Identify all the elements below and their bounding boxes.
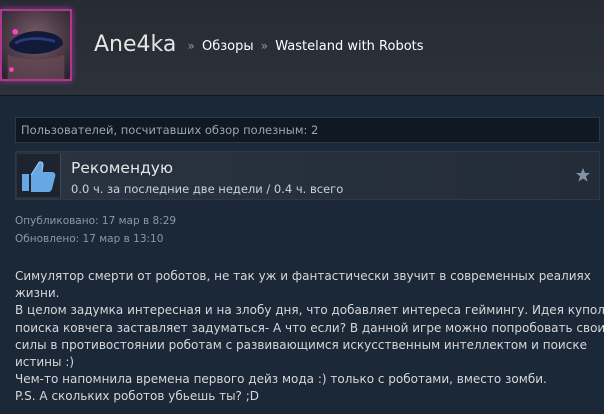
review-rating-box: Рекомендую 0.0 ч. за последние две недел… xyxy=(15,151,600,200)
review-line: силы в противостоянии роботам с развиваю… xyxy=(15,337,587,352)
review-line: Симулятор смерти от роботов, не так уж и… xyxy=(15,269,591,283)
review-line: истины :) xyxy=(15,355,75,370)
breadcrumb-game-link[interactable]: Wasteland with Robots xyxy=(275,39,423,54)
header-breadcrumb: Ane4ka » Обзоры » Wasteland with Robots xyxy=(94,32,424,57)
star-icon[interactable] xyxy=(575,167,591,183)
breadcrumb-separator: » xyxy=(260,39,269,53)
posted-date: Опубликовано: 17 мар в 8:29 xyxy=(15,215,177,227)
review-line: P.S. А скольких роботов убьешь ты? ;D xyxy=(15,389,260,404)
avatar[interactable] xyxy=(0,9,72,81)
review-line: жизни. xyxy=(15,286,60,301)
breadcrumb-separator: » xyxy=(187,39,195,53)
review-text: Симулятор смерти от роботов, не так уж и… xyxy=(15,268,604,406)
updated-date: Обновлено: 17 мар в 13:10 xyxy=(15,233,164,245)
persona-name-link[interactable]: Ane4ka xyxy=(94,32,176,57)
profile-header: Ane4ka » Обзоры » Wasteland with Robots xyxy=(0,0,604,96)
review-line: поиска ковчега заставляет задуматься- А … xyxy=(15,320,604,335)
recommendation-title: Рекомендую xyxy=(71,159,174,177)
review-line: В целом задумка интересная и на злобу дн… xyxy=(15,303,604,318)
thumbs-up-icon xyxy=(17,154,61,197)
breadcrumb-reviews-link[interactable]: Обзоры xyxy=(202,39,254,54)
avatar-image xyxy=(2,11,70,79)
playtime-hours: 0.0 ч. за последние две недели / 0.4 ч. … xyxy=(71,182,344,196)
review-line: Чем-то напомнила времена первого дейз мо… xyxy=(15,372,547,387)
helpful-count-bar: Пользователей, посчитавших обзор полезны… xyxy=(15,117,600,143)
